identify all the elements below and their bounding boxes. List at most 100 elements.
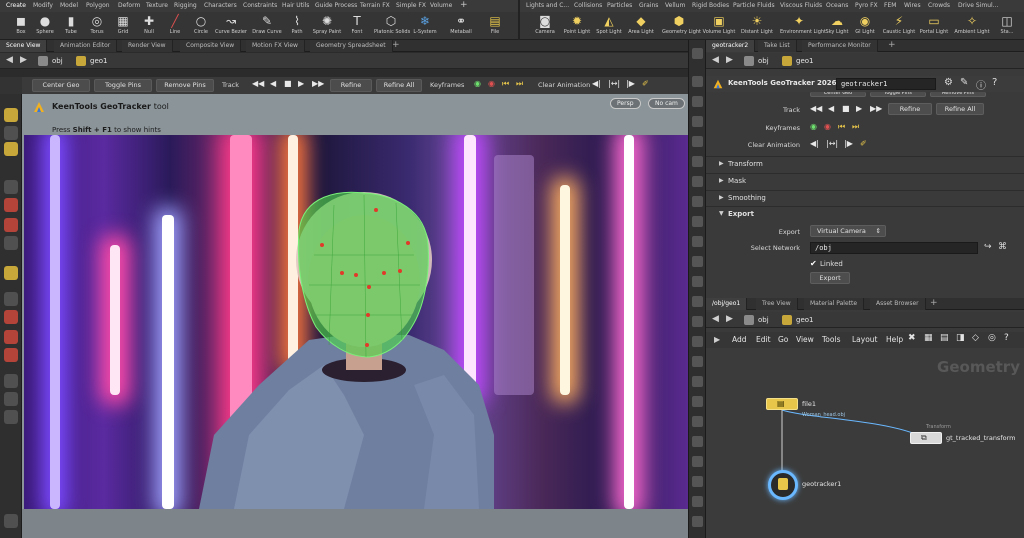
next-keyframe-icon[interactable]: ⏭ [516, 79, 523, 89]
color-palette-icon[interactable]: ◨ [956, 333, 965, 343]
menu-edit[interactable]: Edit [756, 335, 771, 344]
path-geo1[interactable]: geo1 [90, 57, 108, 65]
shelf-tab-particles[interactable]: Particles [607, 2, 632, 9]
pane-menu-icon[interactable] [4, 514, 18, 528]
shelf-tab-oceans[interactable]: Oceans [826, 2, 848, 9]
center-geo-button[interactable]: Center Geo [32, 79, 90, 92]
layout-icon[interactable]: ▦ [924, 333, 933, 343]
shelf-tool-gi-light[interactable]: ◉ GI Light [850, 13, 880, 39]
channel-icon[interactable] [692, 436, 703, 447]
bucket-icon[interactable] [4, 410, 18, 424]
grid-toggle-icon[interactable] [692, 256, 703, 267]
wireframe-icon[interactable] [692, 96, 703, 107]
bookmark-icon[interactable] [692, 396, 703, 407]
shelf-tab-grains[interactable]: Grains [639, 2, 658, 9]
sequence-icon[interactable] [692, 456, 703, 467]
select-network-field[interactable]: /obj [810, 242, 978, 254]
path-obj[interactable]: obj [758, 316, 769, 324]
cube-view-icon[interactable] [692, 476, 703, 487]
linked-checkbox[interactable]: ✔ [810, 259, 817, 268]
move-tool-icon[interactable] [4, 126, 18, 140]
scene-viewport[interactable]: KeenTools GeoTracker tool Press Shift + … [22, 94, 688, 538]
refine-button[interactable]: Refine [330, 79, 372, 92]
clear-between-icon[interactable]: |↔| [608, 79, 620, 88]
tab-render-view[interactable]: Render View [122, 40, 173, 52]
transform-tool-icon[interactable] [4, 198, 18, 212]
remove-pins-button[interactable]: Remove Pins [930, 92, 986, 97]
snapshot-icon[interactable] [692, 336, 703, 347]
shelf-tool-geometry-light[interactable]: ⬢ Geometry Light [662, 13, 701, 39]
center-geo-button[interactable]: Center Geo [810, 92, 866, 97]
node-gt-tracked-transform[interactable]: ⧉ [910, 432, 942, 444]
badges-icon[interactable]: ◎ [988, 333, 996, 343]
shelf-tab-lights-and-cameras[interactable]: Lights and C... [526, 2, 569, 9]
folder-transform[interactable]: ▶ Transform [706, 156, 1024, 170]
shelf-tab-drive-simulation[interactable]: Drive Simul... [958, 2, 998, 9]
shelf-tab-terrain-fx[interactable]: Terrain FX [360, 2, 390, 9]
pose-tool-icon[interactable] [4, 266, 18, 280]
export-type-menu[interactable]: Virtual Camera ⇕ [810, 225, 886, 237]
track-prev-icon[interactable]: ◀ [828, 104, 834, 113]
shelf-tab-model[interactable]: Model [60, 2, 78, 9]
add-keyframe-icon[interactable]: ◉ [474, 79, 481, 88]
stop-icon[interactable]: ■ [284, 79, 292, 88]
normals-icon[interactable] [692, 156, 703, 167]
menu-view[interactable]: View [796, 335, 814, 344]
path-geo1[interactable]: geo1 [796, 57, 814, 65]
origin-icon[interactable] [692, 276, 703, 287]
add-tab-icon[interactable]: + [930, 298, 938, 309]
add-tab-icon[interactable]: + [888, 40, 896, 51]
menu-layout[interactable]: Layout [852, 335, 878, 344]
lock-icon[interactable] [4, 180, 18, 194]
view-tool-icon[interactable] [4, 374, 18, 388]
ghost-icon[interactable] [692, 116, 703, 127]
refine-all-button[interactable]: Refine All [376, 79, 422, 92]
forward-arrow-icon[interactable]: ▶ [20, 55, 27, 65]
shelf-tab-modify[interactable]: Modify [33, 2, 53, 9]
shelf-tab-rigid-bodies[interactable]: Rigid Bodies [692, 2, 729, 9]
info-icon[interactable]: ⓘ [976, 77, 986, 92]
track-backward-icon[interactable]: ◀◀ [252, 79, 264, 88]
shelf-tab-guide-process[interactable]: Guide Process [315, 2, 357, 9]
network-canvas[interactable]: Geometry ▤ file1 Woman_head.obj Transfor… [706, 348, 1024, 538]
tab-geotracker2[interactable]: geotracker2 [706, 40, 756, 52]
shelf-tab-volume[interactable]: Volume [430, 2, 452, 9]
back-arrow-icon[interactable]: ◀ [712, 55, 719, 65]
help-icon[interactable]: ? [1004, 333, 1009, 343]
stop-icon[interactable]: ■ [842, 104, 850, 113]
shelf-tab-hair-utils[interactable]: Hair Utils [282, 2, 309, 9]
tab-animation-editor[interactable]: Animation Editor [54, 40, 118, 52]
layers-icon[interactable] [692, 416, 703, 427]
next-keyframe-icon[interactable]: ⏭ [852, 122, 859, 132]
forward-arrow-icon[interactable]: ▶ [726, 55, 733, 65]
node-file1[interactable]: ▤ [766, 398, 798, 410]
add-keyframe-icon[interactable]: ◉ [810, 122, 817, 131]
shelf-tool-sky-light[interactable]: ☁ Sky Light [822, 13, 852, 39]
rotate-tool-icon[interactable] [4, 218, 18, 232]
shelf-tool-font[interactable]: T Font [342, 13, 372, 39]
shelf-tool-spot-light[interactable]: ◭ Spot Light [594, 13, 624, 39]
remove-pins-button[interactable]: Remove Pins [156, 79, 214, 92]
clear-all-broom-icon[interactable]: ✐ [642, 79, 649, 88]
menu-toggle-icon[interactable]: ▶ [714, 335, 720, 344]
clear-after-icon[interactable]: |▶ [844, 139, 853, 148]
grid-snap-icon[interactable] [4, 330, 18, 344]
shelf-tab-characters[interactable]: Characters [204, 2, 237, 9]
tab-performance-monitor[interactable]: Performance Monitor [802, 40, 878, 52]
menu-add[interactable]: Add [732, 335, 747, 344]
shelf-tab-wires[interactable]: Wires [904, 2, 921, 9]
shelf-tab-simple-fx[interactable]: Simple FX [396, 2, 426, 9]
track-next-icon[interactable]: ▶ [856, 104, 862, 113]
forward-arrow-icon[interactable]: ▶ [726, 314, 733, 324]
clear-after-icon[interactable]: |▶ [626, 79, 635, 88]
shelf-tool-circle[interactable]: ○ Circle [186, 13, 216, 39]
shelf-tab-polygon[interactable]: Polygon [86, 2, 110, 9]
remove-keyframe-icon[interactable]: ◉ [824, 122, 831, 131]
tab-geometry-spreadsheet[interactable]: Geometry Spreadsheet [310, 40, 393, 52]
clear-before-icon[interactable]: ◀| [592, 79, 601, 88]
track-forward-icon[interactable]: ▶▶ [870, 104, 882, 113]
handle-tool-icon[interactable] [4, 142, 18, 156]
clear-before-icon[interactable]: ◀| [810, 139, 819, 148]
tab-obj-geo1[interactable]: /obj/geo1 [706, 298, 748, 310]
shelf-tab-crowds[interactable]: Crowds [928, 2, 950, 9]
